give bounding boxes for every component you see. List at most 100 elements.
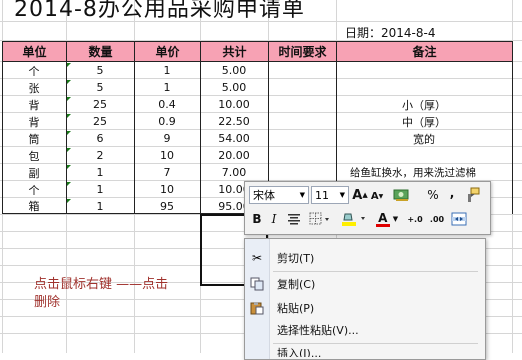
cell-unit-price[interactable]: 10 — [134, 147, 200, 164]
menu-item-label: 剪切(T) — [277, 252, 315, 265]
error-indicator-icon — [67, 63, 71, 67]
header-unit-price[interactable]: 单价 — [134, 41, 201, 62]
cell-remarks[interactable]: 宽的 — [336, 130, 512, 147]
cell-unit-price[interactable]: 0.4 — [134, 96, 200, 113]
scissors-icon: ✂ — [251, 251, 263, 265]
cell-unit-price[interactable]: 0.9 — [134, 113, 200, 130]
cell-total[interactable]: 10.00 — [200, 96, 268, 113]
font-size-value: 11 — [315, 188, 329, 202]
cell-remarks[interactable] — [336, 79, 512, 96]
cell-unit-price[interactable]: 1 — [134, 79, 200, 96]
percent-icon: % — [427, 188, 439, 202]
cell-quantity[interactable]: 2 — [66, 147, 134, 164]
cell-remarks[interactable]: 小（厚） — [336, 96, 512, 113]
cell-unit[interactable]: 背 — [2, 96, 66, 113]
error-indicator-icon — [67, 182, 71, 186]
menu-item-paste[interactable]: 粘贴(P) — [245, 297, 483, 319]
menu-item-paste-special[interactable]: 选择性粘贴(V)... — [245, 319, 483, 341]
italic-button[interactable]: I — [267, 210, 281, 228]
cell-unit-price[interactable]: 1 — [134, 62, 200, 79]
cell-total[interactable]: 20.00 — [200, 147, 268, 164]
chevron-down-icon: ▼ — [299, 191, 305, 199]
cell-quantity[interactable]: 1 — [66, 198, 134, 214]
cell-unit-price[interactable]: 7 — [134, 164, 200, 181]
menu-item-cut[interactable]: ✂ 剪切(T) — [245, 247, 483, 269]
sheet-title: 2014-8办公用品采购申请单 — [14, 0, 305, 22]
borders-button[interactable] — [307, 210, 333, 228]
chevron-down-icon: ▼ — [392, 215, 399, 223]
format-painter-button[interactable] — [463, 186, 483, 204]
instruction-line: 删除 — [34, 295, 61, 310]
menu-item-label: 选择性粘贴(V)... — [277, 324, 359, 337]
cell-total[interactable]: 54.00 — [200, 130, 268, 147]
cell-total[interactable]: 5.00 — [200, 62, 268, 79]
increase-decimal-button[interactable]: +.0 — [405, 210, 425, 228]
menu-item-copy[interactable]: 复制(C) — [245, 273, 483, 295]
merge-center-button[interactable] — [449, 210, 469, 228]
header-quantity[interactable]: 数量 — [66, 41, 135, 62]
cell-unit[interactable]: 个 — [2, 181, 66, 198]
cell-unit-price[interactable]: 10 — [134, 181, 200, 198]
cell-quantity[interactable]: 25 — [66, 113, 134, 130]
grow-font-icon: A — [352, 187, 363, 203]
increase-decimal-icon: +.0 — [407, 214, 423, 224]
percent-style-button[interactable]: % — [425, 186, 441, 204]
menu-item-label: 插入(I)... — [277, 347, 322, 357]
shrink-font-icon: A — [370, 190, 379, 202]
comma-style-button[interactable]: , — [445, 184, 459, 202]
font-color-icon: A — [375, 211, 390, 227]
error-indicator-icon — [67, 165, 71, 169]
italic-icon: I — [271, 212, 277, 226]
align-center-button[interactable] — [285, 210, 303, 228]
cell-unit[interactable]: 副 — [2, 164, 66, 181]
header-time-requirement[interactable]: 时间要求 — [268, 41, 337, 62]
cell-quantity[interactable]: 25 — [66, 96, 134, 113]
copy-icon — [245, 277, 269, 291]
cell-quantity[interactable]: 5 — [66, 79, 134, 96]
chevron-down-icon: ▼ — [339, 191, 345, 199]
cell-total[interactable]: 22.50 — [200, 113, 268, 130]
cell-unit-price[interactable]: 9 — [134, 130, 200, 147]
cell-unit[interactable]: 筒 — [2, 130, 66, 147]
date-label: 日期：2014-8-4 — [345, 26, 436, 40]
borders-icon — [309, 212, 329, 225]
font-name-select[interactable]: 宋体 ▼ — [249, 186, 309, 204]
cell-remarks[interactable] — [336, 147, 512, 164]
header-total[interactable]: 共计 — [200, 41, 269, 62]
cell-quantity[interactable]: 1 — [66, 181, 134, 198]
instruction-note: 点击鼠标右键 ——点击 删除 — [34, 276, 168, 312]
shrink-font-button[interactable]: A ▼ — [369, 188, 385, 204]
cell-unit[interactable]: 张 — [2, 79, 66, 96]
cell-unit[interactable]: 包 — [2, 147, 66, 164]
cell-unit-price[interactable]: 95 — [134, 198, 200, 214]
fill-color-button[interactable] — [339, 210, 369, 228]
paste-icon — [245, 301, 269, 315]
cell-total[interactable]: 7.00 — [200, 164, 268, 181]
cell-unit[interactable]: 个 — [2, 62, 66, 79]
font-size-select[interactable]: 11 ▼ — [311, 186, 349, 204]
header-remarks[interactable]: 备注 — [336, 41, 513, 62]
grow-font-button[interactable]: A ▲ — [351, 186, 369, 204]
cell-remarks[interactable] — [336, 62, 512, 79]
cell-unit[interactable]: 箱 — [2, 198, 66, 214]
font-color-button[interactable]: A ▼ — [373, 210, 401, 228]
menu-item-insert[interactable]: 插入(I)... — [245, 345, 483, 357]
cell-total[interactable]: 5.00 — [200, 79, 268, 96]
bold-button[interactable]: B — [249, 210, 265, 228]
error-indicator-icon — [67, 131, 71, 135]
menu-item-label: 粘贴(P) — [277, 302, 315, 315]
cell-quantity[interactable]: 5 — [66, 62, 134, 79]
header-unit[interactable]: 单位 — [2, 41, 67, 62]
currency-format-icon — [393, 189, 409, 201]
decrease-decimal-button[interactable]: .00 — [427, 210, 447, 228]
merge-cells-icon — [451, 212, 467, 226]
cell-remarks[interactable]: 中（厚） — [336, 113, 512, 130]
cell-quantity[interactable]: 1 — [66, 164, 134, 181]
cell-remarks[interactable]: 给鱼缸换水，用来洗过滤棉 — [336, 164, 520, 181]
cell-unit[interactable]: 背 — [2, 113, 66, 130]
error-indicator-icon — [67, 148, 71, 152]
cell-quantity[interactable]: 6 — [66, 130, 134, 147]
error-indicator-icon — [67, 80, 71, 84]
number-format-button[interactable] — [391, 186, 413, 204]
fill-color-icon — [342, 213, 365, 226]
